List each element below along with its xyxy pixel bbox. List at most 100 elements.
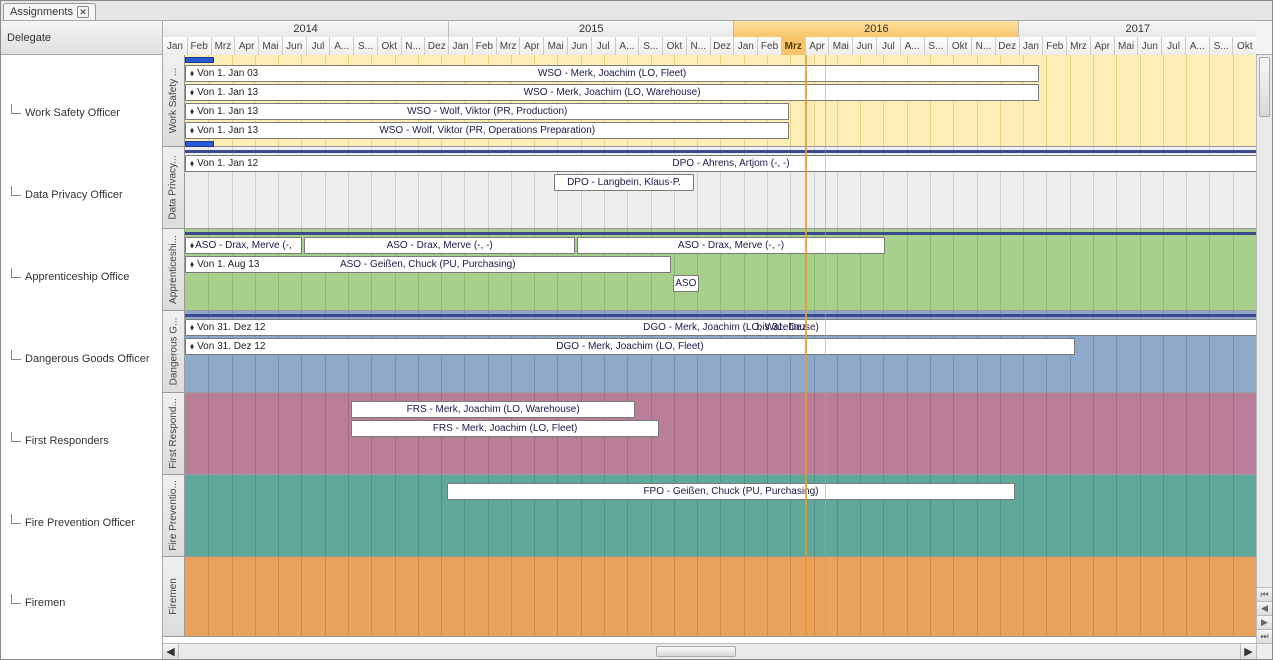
continues-left-icon: ⬧: [190, 158, 194, 169]
group-label[interactable]: Dangerous G...: [163, 311, 185, 392]
month-cell[interactable]: Okt: [377, 37, 401, 55]
tree-item[interactable]: First Responders: [1, 431, 162, 451]
scroll-right-icon[interactable]: ▶: [1240, 644, 1256, 659]
gantt-bar[interactable]: ⬧Von 1. Jan 13WSO - Wolf, Viktor (PR, Pr…: [185, 103, 789, 120]
gantt-bar[interactable]: FRS - Merk, Joachim (LO, Fleet): [351, 420, 658, 437]
year-cell[interactable]: 2016: [733, 21, 1018, 37]
month-cell[interactable]: S...: [638, 37, 662, 55]
month-cell[interactable]: A...: [329, 37, 353, 55]
bar-label: DGO - Merk, Joachim (LO, Fleet): [186, 341, 1074, 352]
gantt-bar[interactable]: ASO: [673, 275, 700, 292]
month-cell[interactable]: Jun: [852, 37, 876, 55]
gantt-bar[interactable]: ⬧Von 1. Jan 13WSO - Merk, Joachim (LO, W…: [185, 84, 1039, 101]
month-cell[interactable]: Jun: [567, 37, 591, 55]
nav-next-icon[interactable]: ▶: [1257, 615, 1272, 629]
month-cell[interactable]: Dez: [995, 37, 1019, 55]
group-label[interactable]: Fire Preventio...: [163, 475, 185, 556]
delegate-tree[interactable]: Work Safety Officer Data Privacy Officer…: [1, 55, 162, 659]
horizontal-scrollbar[interactable]: ◀ ▶: [163, 643, 1256, 659]
month-cell[interactable]: Jun: [282, 37, 306, 55]
gantt-bar[interactable]: ⬧Von 1. Aug 13ASO - Geißen, Chuck (PU, P…: [185, 256, 671, 273]
gantt-bar[interactable]: ⬧Von 31. Dez 12DGO - Merk, Joachim (LO, …: [185, 319, 1256, 336]
gantt-bar[interactable]: FPO - Geißen, Chuck (PU, Purchasing): [447, 483, 1016, 500]
gantt-bar[interactable]: ⬧Von 31. Dez 12DGO - Merk, Joachim (LO, …: [185, 338, 1075, 355]
month-cell[interactable]: S...: [924, 37, 948, 55]
group-label[interactable]: Firemen: [163, 557, 185, 636]
month-cell[interactable]: Okt: [1232, 37, 1256, 55]
month-cell[interactable]: Jan: [448, 37, 472, 55]
month-cell[interactable]: Jun: [1137, 37, 1161, 55]
month-cell[interactable]: Okt: [947, 37, 971, 55]
month-cell[interactable]: Feb: [472, 37, 496, 55]
month-cell[interactable]: Mai: [258, 37, 282, 55]
gantt-bar[interactable]: ASO - Drax, Merve (-, -): [304, 237, 576, 254]
month-cell[interactable]: Feb: [757, 37, 781, 55]
gantt-bar[interactable]: ⬧Von 1. Jan 12DPO - Ahrens, Artjom (-, -…: [185, 155, 1256, 172]
month-cell[interactable]: A...: [615, 37, 639, 55]
month-cell[interactable]: Mai: [543, 37, 567, 55]
gantt-bar[interactable]: ⬧Von 1. Jan 03WSO - Merk, Joachim (LO, F…: [185, 65, 1039, 82]
gantt-bar[interactable]: ASO - Drax, Merve (-, -): [577, 237, 884, 254]
timeline-group: Fire Preventio... FPO - Geißen, Chuck (PU…: [163, 475, 1256, 557]
month-cell[interactable]: Apr: [234, 37, 258, 55]
month-cell[interactable]: Mai: [1114, 37, 1138, 55]
vertical-scrollbar[interactable]: ⏮ ◀ ▶ ⏭: [1256, 55, 1272, 643]
group-label[interactable]: First Respond...: [163, 393, 185, 474]
month-cell[interactable]: Jan: [1019, 37, 1043, 55]
month-cell[interactable]: Jan: [163, 37, 187, 55]
month-cell[interactable]: Feb: [1042, 37, 1066, 55]
tab-assignments[interactable]: Assignments ✕: [3, 3, 96, 20]
month-cell[interactable]: Feb: [187, 37, 211, 55]
timeline-body[interactable]: Work Safety ...⬧Von 1. Jan 03WSO - Merk,…: [163, 55, 1272, 659]
month-cell[interactable]: N...: [401, 37, 425, 55]
month-cell[interactable]: Apr: [805, 37, 829, 55]
month-cell[interactable]: Mrz: [1066, 37, 1090, 55]
month-cell[interactable]: A...: [1185, 37, 1209, 55]
group-label[interactable]: Data Privacy...: [163, 147, 185, 228]
v-scroll-thumb[interactable]: [1259, 57, 1270, 117]
nav-last-icon[interactable]: ⏭: [1257, 629, 1272, 643]
group-label[interactable]: Apprenticeshi...: [163, 229, 185, 310]
month-cell[interactable]: Apr: [519, 37, 543, 55]
tree-item[interactable]: Firemen: [1, 593, 162, 613]
nav-first-icon[interactable]: ⏮: [1257, 587, 1272, 601]
month-cell[interactable]: N...: [971, 37, 995, 55]
tree-item[interactable]: Data Privacy Officer: [1, 185, 162, 205]
month-cell[interactable]: Mrz: [496, 37, 520, 55]
month-cell[interactable]: Mrz: [211, 37, 235, 55]
month-cell[interactable]: Dez: [710, 37, 734, 55]
gantt-bar[interactable]: ⬧ASO - Drax, Merve (-,: [185, 237, 302, 254]
month-cell[interactable]: Jul: [876, 37, 900, 55]
scroll-left-icon[interactable]: ◀: [163, 644, 179, 659]
year-cell[interactable]: 2014: [163, 21, 448, 37]
year-cell[interactable]: 2017: [1018, 21, 1256, 37]
month-cell[interactable]: Jul: [306, 37, 330, 55]
tree-item[interactable]: Apprenticeship Office: [1, 267, 162, 287]
gantt-bar[interactable]: FRS - Merk, Joachim (LO, Warehouse): [351, 401, 634, 418]
month-cell[interactable]: Apr: [1090, 37, 1114, 55]
nav-prev-icon[interactable]: ◀: [1257, 601, 1272, 615]
gantt-bar[interactable]: DPO - Langbein, Klaus-P.: [554, 174, 695, 191]
month-cell[interactable]: N...: [686, 37, 710, 55]
month-cell[interactable]: Mai: [828, 37, 852, 55]
month-cell[interactable]: S...: [1209, 37, 1233, 55]
month-cell[interactable]: Jul: [1161, 37, 1185, 55]
tree-item[interactable]: Work Safety Officer: [1, 103, 162, 123]
month-cell[interactable]: Jul: [591, 37, 615, 55]
bar-label: FPO - Geißen, Chuck (PU, Purchasing): [448, 486, 1015, 497]
month-cell[interactable]: Jan: [733, 37, 757, 55]
month-cell[interactable]: Dez: [424, 37, 448, 55]
tree-item[interactable]: Fire Prevention Officer: [1, 513, 162, 533]
close-icon[interactable]: ✕: [77, 6, 89, 18]
group-label[interactable]: Work Safety ...: [163, 55, 185, 146]
month-cell[interactable]: Okt: [662, 37, 686, 55]
left-header: Delegate: [1, 21, 162, 55]
tree-item[interactable]: Dangerous Goods Officer: [1, 349, 162, 369]
month-cell[interactable]: A...: [900, 37, 924, 55]
gantt-bar[interactable]: ⬧Von 1. Jan 13WSO - Wolf, Viktor (PR, Op…: [185, 122, 789, 139]
timeline-group: Data Privacy...⬧Von 1. Jan 12DPO - Ahren…: [163, 147, 1256, 229]
month-cell[interactable]: Mrz: [781, 37, 805, 55]
h-scroll-thumb[interactable]: [656, 646, 736, 657]
year-cell[interactable]: 2015: [448, 21, 733, 37]
month-cell[interactable]: S...: [353, 37, 377, 55]
